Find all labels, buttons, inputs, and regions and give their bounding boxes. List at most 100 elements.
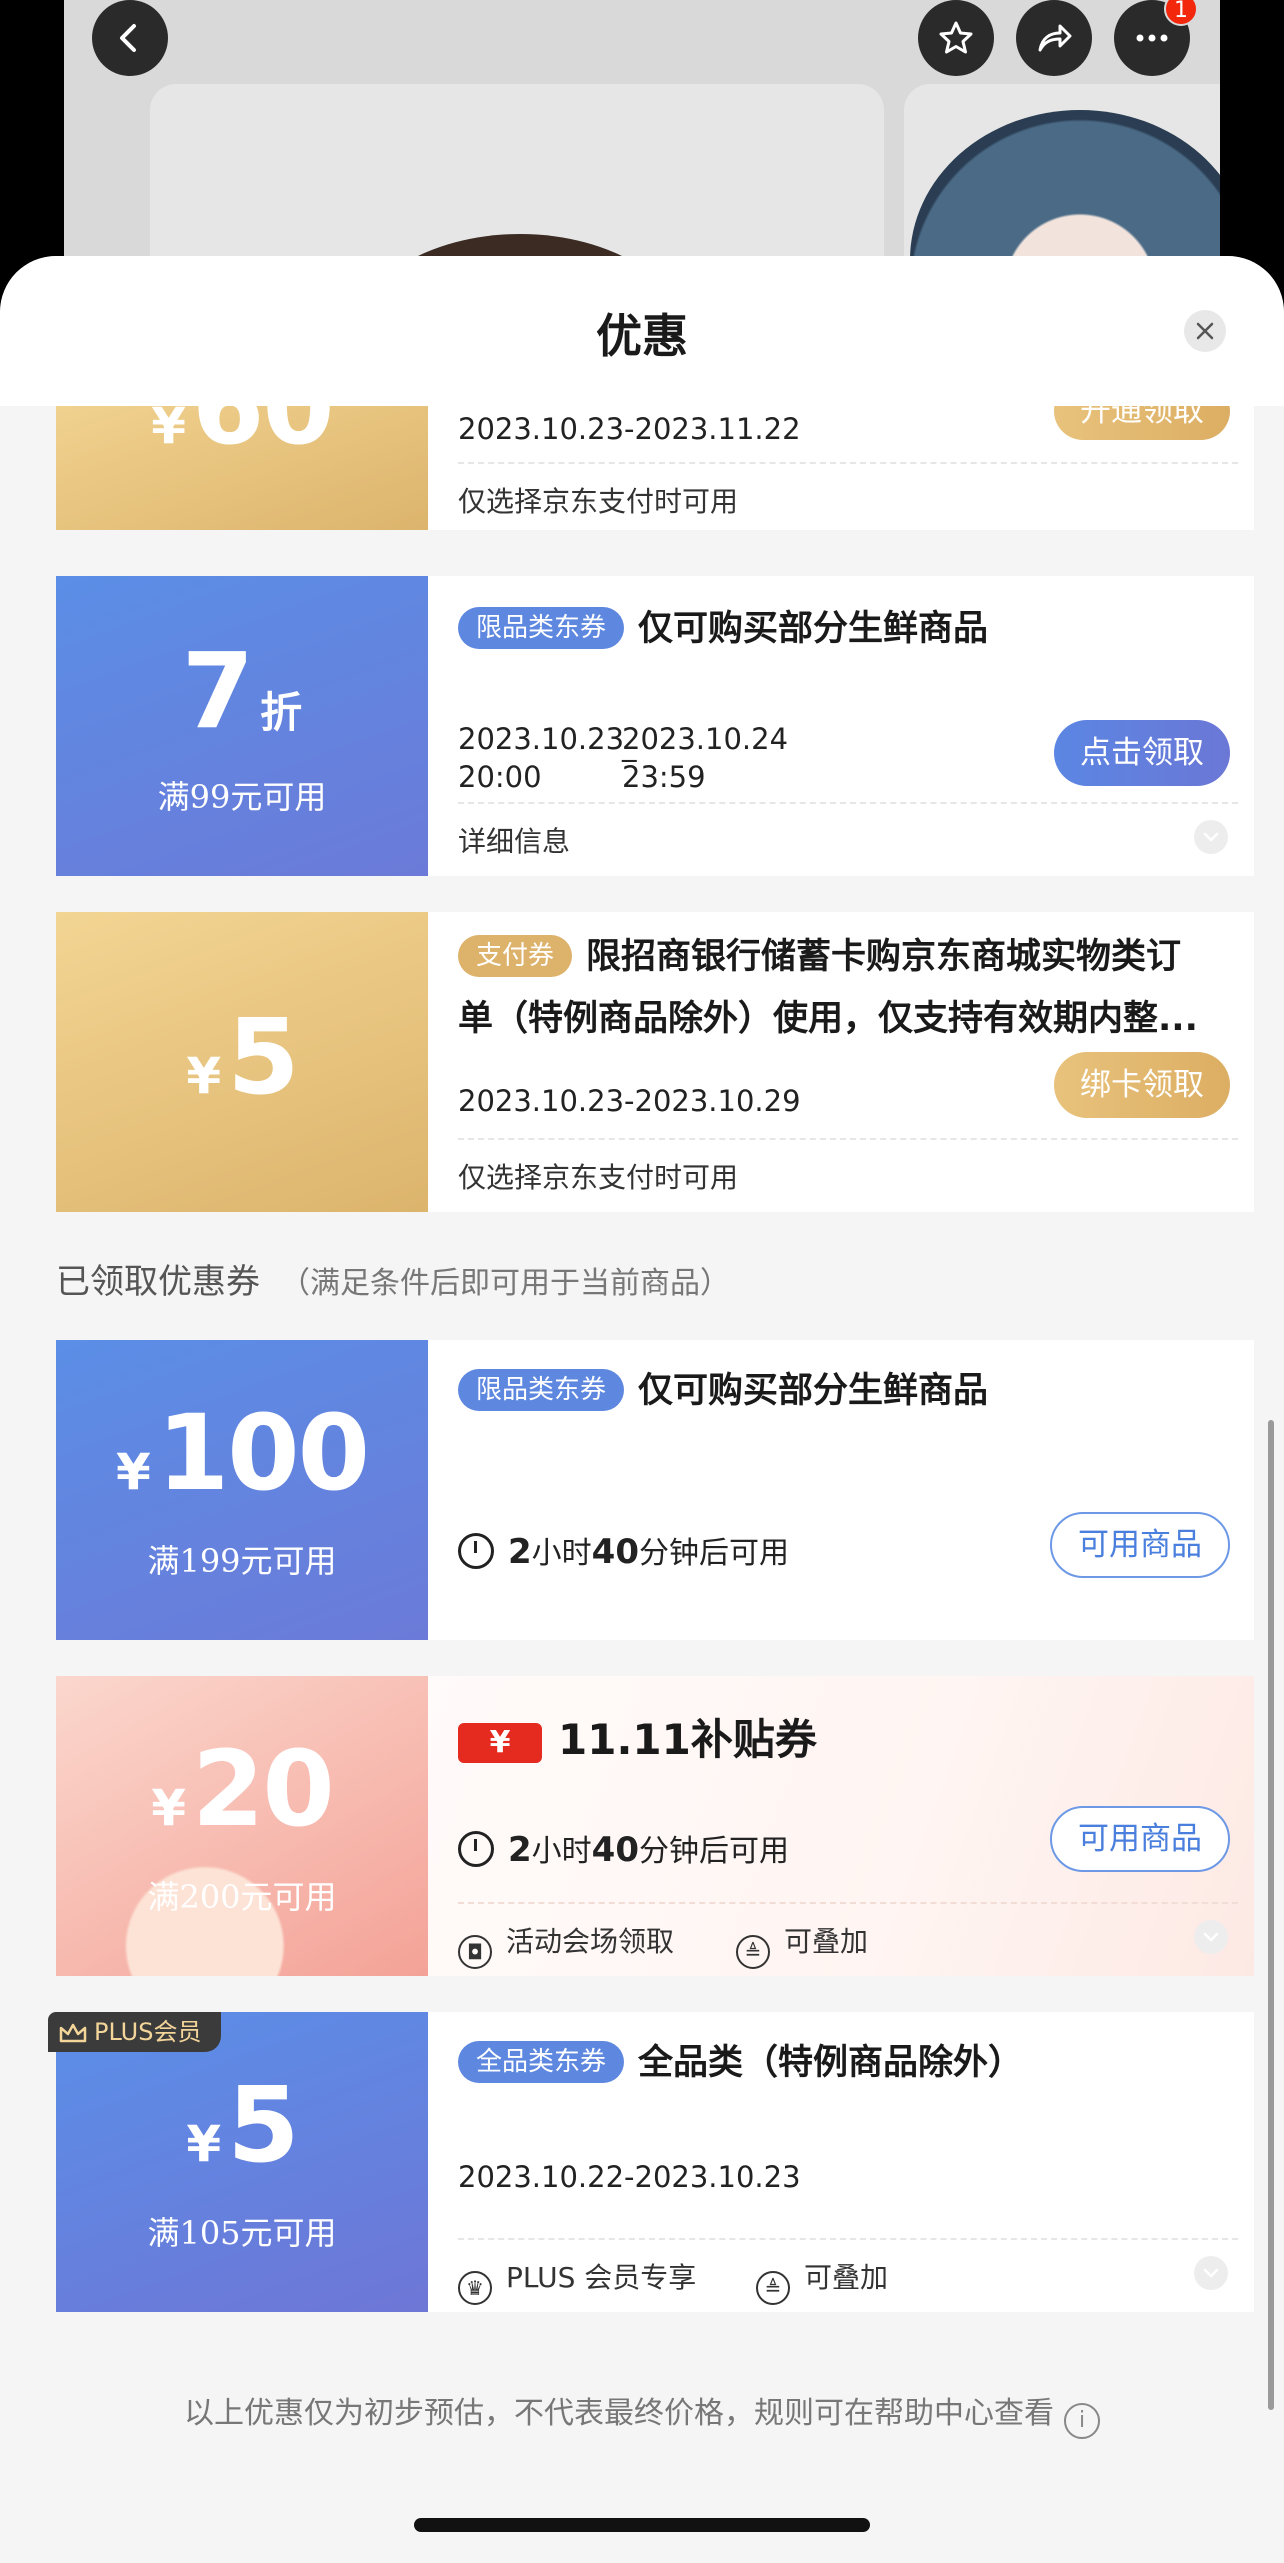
timer-hours: 2 — [508, 1830, 532, 1870]
star-icon — [939, 21, 973, 54]
claim-button[interactable]: 点击领取 — [1054, 720, 1230, 786]
chevron-down-icon — [1203, 1932, 1219, 1942]
expand-button[interactable] — [1194, 1920, 1228, 1954]
coupon-tag: 限品类东券 — [458, 607, 625, 649]
coupon-card: ¥5 满105元可用 全品类东券 全品类（特例商品除外） 2023.10.22-2… — [56, 2012, 1254, 2312]
close-button[interactable] — [1184, 310, 1226, 352]
stack-icon: ≜ — [756, 2271, 790, 2305]
coupon-detail: 2023.10.23-2023.11.22 开通领取 仅选择京东支付时可用 — [458, 406, 1238, 530]
date-start-day: 2023.10.23 — [458, 722, 625, 756]
date-end-day: 2023.10.24 — [622, 722, 789, 756]
stack-icon: ≜ — [736, 1935, 770, 1969]
available-products-button[interactable]: 可用商品 — [1050, 1806, 1230, 1872]
more-button[interactable]: 1 — [1114, 0, 1198, 76]
close-icon — [1196, 322, 1214, 340]
coupon-condition: 满99元可用 — [157, 778, 327, 816]
coupon-date: 2023.10.22-2023.10.23 — [458, 2160, 801, 2194]
clock-icon — [458, 1533, 494, 1569]
timer-hours-label: 小时 — [531, 1834, 592, 1869]
sheet-title: 优惠 — [596, 309, 688, 363]
coupon-condition: 满199元可用 — [147, 1542, 337, 1580]
claimed-subtitle: （满足条件后即可用于当前商品） — [280, 1266, 730, 1301]
divider — [458, 1138, 1238, 1140]
timer-minutes: 40 — [591, 1830, 639, 1870]
info-icon[interactable]: i — [1064, 2403, 1100, 2439]
countdown: 2小时40分钟后可用 — [458, 1528, 789, 1572]
coupon-amount: ¥60 — [151, 406, 335, 468]
plus-badge-label: PLUS会员 — [94, 2018, 202, 2046]
coupon-value-panel: 7折 满99元可用 — [56, 576, 428, 876]
coupon-title-text: 全品类（特例商品除外） — [638, 2043, 1024, 2083]
coupon-condition: 满200元可用 — [147, 1878, 337, 1916]
coupon-tag: 支付券 — [458, 935, 573, 977]
coupon-tag: 全品类东券 — [458, 2041, 625, 2083]
plus-member-badge: PLUS会员 — [48, 2012, 222, 2052]
coupon-date-end: 2023.10.24 23:59 — [622, 720, 788, 796]
home-indicator[interactable] — [414, 2518, 870, 2532]
footer-note-text: 以上优惠仅为初步预估，不代表最终价格，规则可在帮助中心查看 — [184, 2396, 1054, 2431]
divider — [458, 802, 1238, 804]
date-start-time: 20:00 — [458, 760, 542, 794]
coupon-title: 支付券 限招商银行储蓄卡购京东商城实物类订 — [458, 926, 1238, 988]
coupon-value-panel: ¥100 满199元可用 — [56, 1340, 428, 1640]
divider — [458, 1902, 1238, 1904]
coupon-title: 限品类东券 仅可购买部分生鲜商品 — [458, 1360, 1238, 1422]
timer-hours-label: 小时 — [531, 1536, 592, 1571]
expand-button[interactable] — [1194, 820, 1228, 854]
timer-hours: 2 — [508, 1532, 532, 1572]
coupon-date: 2023.10.23-2023.11.22 — [458, 412, 801, 446]
divider — [458, 2238, 1238, 2240]
plus-exclusive-label: PLUS 会员专享 — [506, 2261, 697, 2294]
coupon-date: 2023.10.23-2023.10.29 — [458, 1084, 801, 1118]
date-end-time: 23:59 — [622, 760, 706, 794]
coupon-detail: 限品类东券 仅可购买部分生鲜商品 2小时40分钟后可用 可用商品 — [458, 1340, 1238, 1640]
stackable-info: ≜ 可叠加 — [756, 2256, 888, 2305]
footer-disclaimer: 以上优惠仅为初步预估，不代表最终价格，规则可在帮助中心查看 i — [0, 2388, 1284, 2439]
timer-minutes-label: 分钟后可用 — [639, 1834, 789, 1869]
coupon-condition: 满105元可用 — [147, 2214, 337, 2252]
stackable-info: ≜ 可叠加 — [736, 1920, 868, 1969]
coupon-title-text: 仅可购买部分生鲜商品 — [638, 1371, 989, 1411]
clock-icon — [458, 1831, 494, 1867]
claimed-section-title: 已领取优惠券 （满足条件后即可用于当前商品） — [56, 1254, 730, 1303]
coupon-sheet: 优惠 ¥60 2023.10.23-2023.11.22 开通领取 仅选择京东支… — [0, 256, 1284, 2563]
chevron-left-icon — [120, 24, 136, 52]
details-link[interactable]: 详细信息 — [458, 820, 570, 860]
scrollbar[interactable] — [1268, 1420, 1274, 2410]
coupon-amount: ¥20 — [151, 1728, 335, 1850]
coupon-source: ◘ 活动会场领取 — [458, 1920, 674, 1969]
plus-exclusive: ♛ PLUS 会员专享 — [458, 2256, 696, 2305]
coupon-title: 全品类东券 全品类（特例商品除外） — [458, 2032, 1238, 2094]
coupon-detail: 限品类东券 仅可购买部分生鲜商品 2023.10.23 20:00 _ 2023.1… — [458, 576, 1238, 876]
yen-badge: ¥ — [458, 1723, 542, 1763]
coupon-title: 限品类东券 仅可购买部分生鲜商品 — [458, 598, 1238, 660]
coupon-date-start: 2023.10.23 20:00 — [458, 720, 624, 796]
chevron-down-icon — [1203, 832, 1219, 842]
sheet-header: 优惠 — [0, 256, 1284, 406]
divider — [458, 462, 1238, 464]
coupon-amount: ¥5 — [186, 996, 299, 1118]
crown-icon: ♛ — [458, 2271, 492, 2305]
coupon-card: 7折 满99元可用 限品类东券 仅可购买部分生鲜商品 2023.10.23 20:0… — [56, 576, 1254, 876]
chevron-down-icon — [1203, 2268, 1219, 2278]
coupon-value-panel: ¥5 — [56, 912, 428, 1212]
share-button[interactable] — [1016, 0, 1092, 76]
activate-claim-button[interactable]: 开通领取 — [1054, 406, 1230, 440]
coupon-note: 仅选择京东支付时可用 — [458, 485, 739, 518]
coupon-note: 仅选择京东支付时可用 — [458, 1161, 739, 1194]
coupon-list[interactable]: ¥60 2023.10.23-2023.11.22 开通领取 仅选择京东支付时可… — [0, 406, 1284, 2563]
coupon-card: ¥20 满200元可用 ¥11.11补贴券 2小时40分钟后可用 可用商品 ◘ 活… — [56, 1676, 1254, 1976]
source-label: 活动会场领取 — [506, 1925, 675, 1958]
back-button[interactable] — [92, 0, 168, 76]
coupon-amount: ¥5 — [186, 2064, 299, 2186]
coupon-value-panel: ¥5 满105元可用 — [56, 2012, 428, 2312]
favorite-button[interactable] — [918, 0, 994, 76]
coupon-card: ¥100 满199元可用 限品类东券 仅可购买部分生鲜商品 2小时40分钟后可用 … — [56, 1340, 1254, 1640]
expand-button[interactable] — [1194, 2256, 1228, 2290]
coupon-title-line1: 限招商银行储蓄卡购京东商城实物类订 — [586, 937, 1182, 977]
timer-minutes-label: 分钟后可用 — [639, 1536, 789, 1571]
bind-card-claim-button[interactable]: 绑卡领取 — [1054, 1052, 1230, 1118]
available-products-button[interactable]: 可用商品 — [1050, 1512, 1230, 1578]
coupon-value-panel: ¥20 满200元可用 — [56, 1676, 428, 1976]
subsidy-coupon-logo: ¥11.11补贴券 — [458, 1706, 817, 1767]
